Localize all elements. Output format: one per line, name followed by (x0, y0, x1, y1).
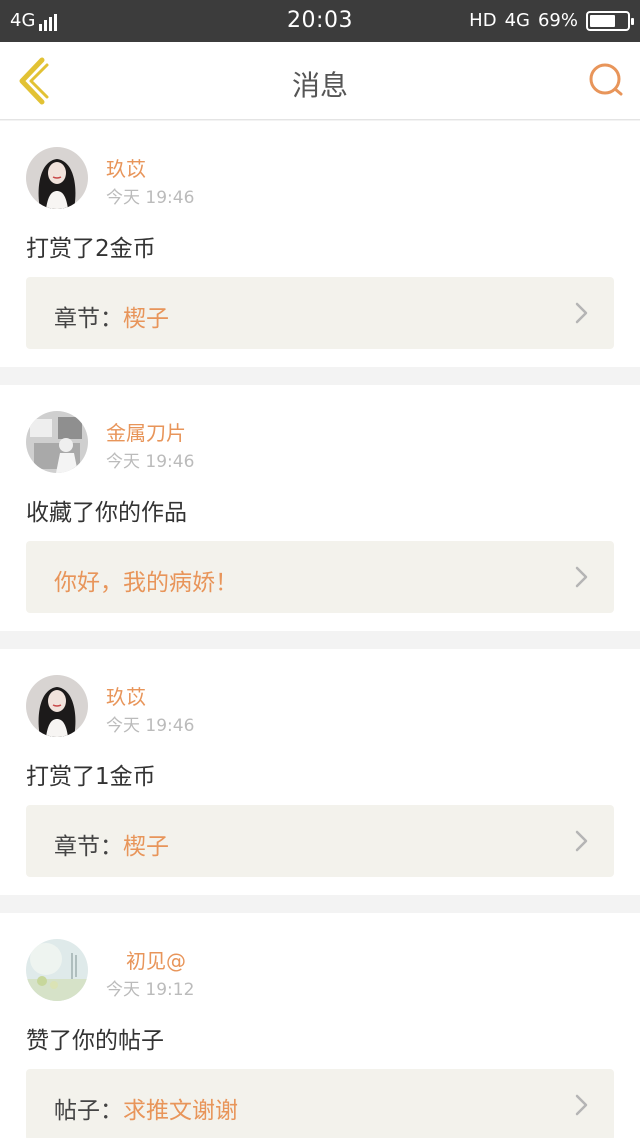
avatar[interactable] (26, 411, 88, 473)
reference-link[interactable]: 你好，我的病娇！ (26, 541, 614, 613)
action-text: 收藏了你的作品 (26, 500, 187, 526)
battery-fill (590, 14, 615, 27)
reference-value: 你好，我的病娇！ (54, 570, 238, 596)
message-card: 金属刀片 今天 19:46 收藏了你的作品 你好，我的病娇！ (0, 385, 640, 631)
reference-value: 楔子 (123, 306, 169, 332)
message-list: 玖苡 今天 19:46 打赏了2金币 章节：楔子 金属刀片 今天 19:46 收 (0, 121, 640, 1138)
page-title: 消息 (291, 69, 348, 102)
reference-text: 你好，我的病娇！ (54, 563, 238, 597)
user-name[interactable]: 金属刀片 (106, 417, 186, 446)
action-text: 赞了你的帖子 (26, 1028, 164, 1054)
reference-label: 帖子： (54, 1098, 123, 1124)
status-bar: 4G 20:03 HD 4G 69% (0, 0, 640, 42)
search-icon (589, 63, 623, 96)
battery-icon (586, 10, 634, 31)
timestamp: 今天 19:46 (106, 188, 195, 208)
reference-value: 楔子 (123, 834, 169, 860)
network-right-label: 4G (504, 10, 530, 31)
message-card: 初见@ 今天 19:12 赞了你的帖子 帖子：求推文谢谢 (0, 913, 640, 1138)
status-right: HD 4G 69% (469, 10, 634, 31)
timestamp: 今天 19:46 (106, 716, 195, 736)
user-name[interactable]: 玖苡 (106, 153, 146, 182)
avatar[interactable] (26, 939, 88, 1001)
reference-link[interactable]: 帖子：求推文谢谢 (26, 1069, 614, 1138)
reference-label: 章节： (54, 834, 123, 860)
user-name[interactable]: 初见@ (126, 945, 186, 974)
timestamp: 今天 19:46 (106, 452, 195, 472)
nav-bar: 消息 (0, 42, 640, 120)
reference-label: 章节： (54, 306, 123, 332)
reference-text: 章节：楔子 (54, 827, 169, 861)
avatar[interactable] (26, 675, 88, 737)
chevron-right-icon (575, 566, 588, 588)
reference-text: 帖子：求推文谢谢 (54, 1091, 238, 1125)
chevron-right-icon (575, 1094, 588, 1116)
hd-label: HD (469, 10, 497, 31)
message-card: 玖苡 今天 19:46 打赏了2金币 章节：楔子 (0, 121, 640, 367)
action-text: 打赏了1金币 (26, 764, 156, 790)
reference-link[interactable]: 章节：楔子 (26, 277, 614, 349)
timestamp: 今天 19:12 (106, 980, 195, 1000)
action-text: 打赏了2金币 (26, 236, 156, 262)
battery-percent: 69% (537, 10, 578, 31)
message-card: 玖苡 今天 19:46 打赏了1金币 章节：楔子 (0, 649, 640, 895)
avatar[interactable] (26, 147, 88, 209)
search-button[interactable] (586, 60, 626, 100)
reference-text: 章节：楔子 (54, 299, 169, 333)
reference-link[interactable]: 章节：楔子 (26, 805, 614, 877)
user-name[interactable]: 玖苡 (106, 681, 146, 710)
chevron-right-icon (575, 302, 588, 324)
reference-value: 求推文谢谢 (123, 1098, 238, 1124)
chevron-right-icon (575, 830, 588, 852)
